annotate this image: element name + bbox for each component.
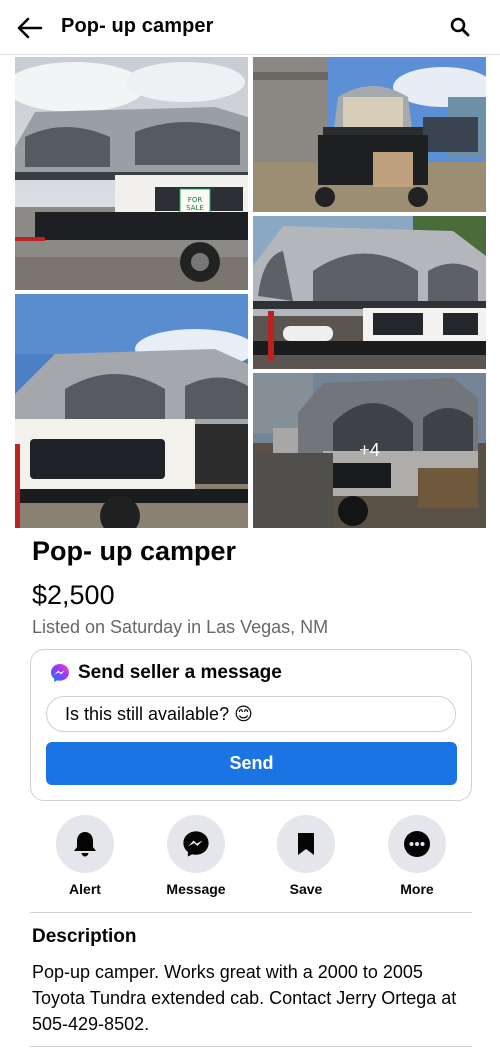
message-button[interactable]: Message [151,815,241,897]
search-icon [450,17,470,37]
listing-photo-3[interactable] [253,57,486,212]
top-bar: Pop- up camper [0,0,500,55]
message-card-header: Send seller a message [50,662,282,684]
page-title: Pop- up camper [61,15,214,37]
section-divider [30,912,472,913]
listing-photo-2[interactable] [15,294,248,528]
bell-icon [74,832,96,857]
alert-label: Alert [69,881,101,897]
save-button[interactable]: Save [261,815,351,897]
listing-meta: Listed on Saturday in Las Vegas, NM [32,617,329,637]
more-button[interactable]: More [372,815,462,897]
section-divider-bottom [30,1046,472,1047]
messenger-icon [51,664,69,682]
action-bar: Alert Message Save More [0,815,500,900]
listing-photo-5[interactable]: +4 [253,373,486,528]
alert-circle[interactable] [56,815,114,873]
message-card-title: Send seller a message [78,662,282,683]
more-circle[interactable] [388,815,446,873]
for-sale-sign: FOR [188,196,203,204]
message-input[interactable]: Is this still available? 😊 [46,696,456,732]
more-label: More [400,881,434,897]
listing-price: $2,500 [32,580,115,610]
bookmark-icon [298,833,314,855]
description-body: Pop-up camper. Works great with a 2000 t… [32,962,457,1034]
search-button[interactable] [448,15,472,39]
listing-photo-1[interactable]: FOR SALE [15,57,248,290]
message-seller-card: Send seller a message Is this still avai… [30,649,472,801]
message-label: Message [166,881,226,897]
save-circle[interactable] [277,815,335,873]
messenger-icon [183,831,209,857]
description-heading: Description [32,926,137,947]
listing-photo-4[interactable] [253,216,486,369]
alert-button[interactable]: Alert [40,815,130,897]
message-circle[interactable] [167,815,225,873]
more-photos-count[interactable]: +4 [253,373,486,528]
arrow-left-icon [17,17,43,39]
svg-text:SALE: SALE [186,204,204,212]
back-button[interactable] [14,12,46,44]
more-dots-icon [404,831,430,857]
listing-title: Pop- up camper [32,536,237,566]
send-button[interactable]: Send [46,742,457,785]
save-label: Save [289,881,323,897]
